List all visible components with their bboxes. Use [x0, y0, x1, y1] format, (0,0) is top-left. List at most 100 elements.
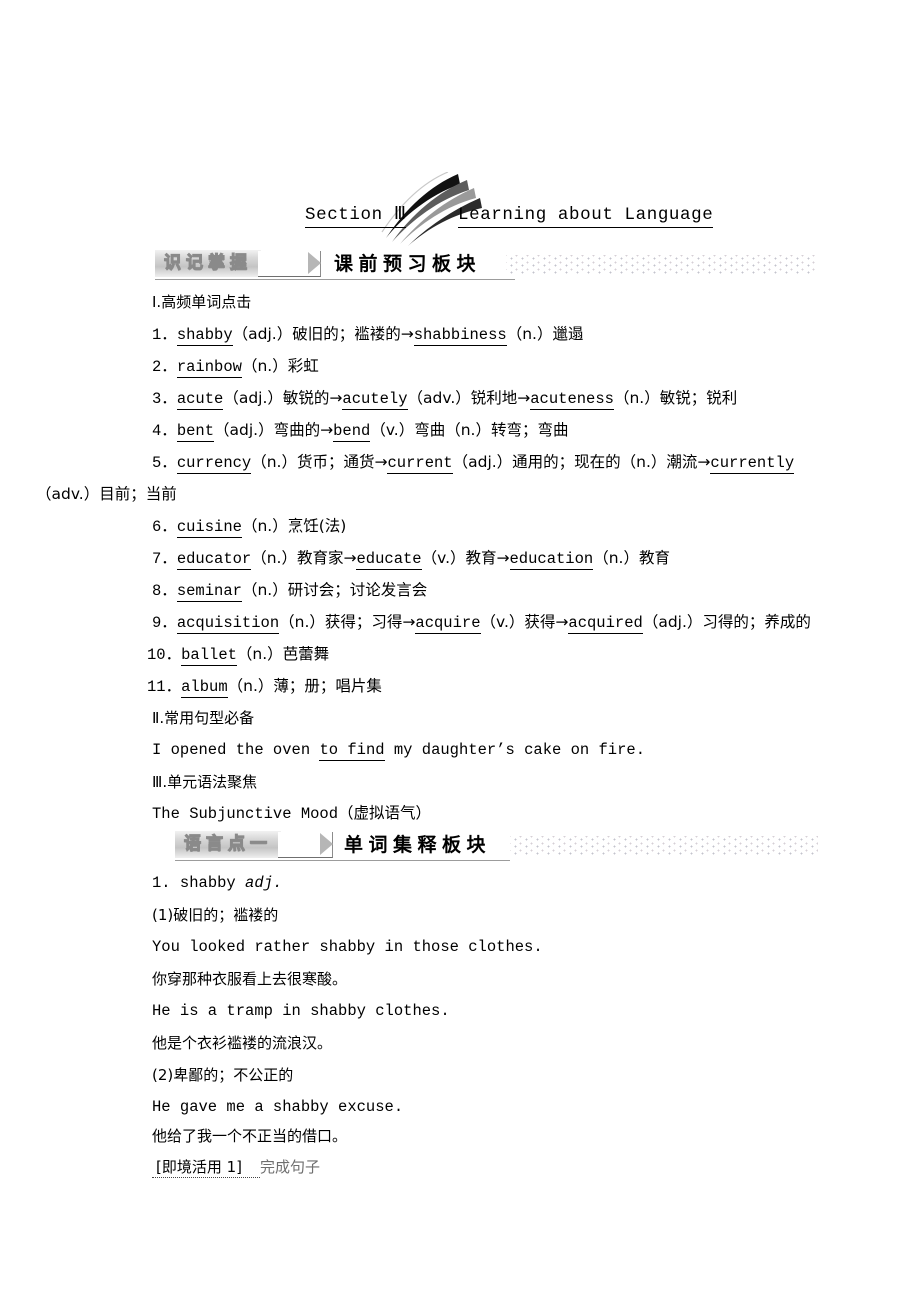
document-page: Section Ⅲ Learning about Language 识记掌握 课… — [0, 0, 920, 1302]
word-head: educator — [176, 550, 252, 570]
preview-part1-heading: Ⅰ.高频单词点击 — [152, 293, 252, 311]
word-tail: （v.）获得→ — [480, 613, 569, 631]
exercise-label: [即境活用 1] — [152, 1158, 261, 1178]
word-num: 6． — [152, 518, 177, 536]
word-body: （n.）彩虹 — [241, 357, 319, 375]
word-row-5: 5．currency（n.）货币；通货→current（adj.）通用的；现在的… — [152, 453, 795, 474]
word-derived: educate — [356, 550, 422, 570]
word-row-1: 1．shabby（adj.）破旧的；褴褛的→shabbiness（n.）邋遢 — [152, 325, 583, 346]
word-derived: bend — [333, 422, 371, 442]
banner-preview-tag: 识记掌握 — [155, 250, 261, 277]
banner-preview-dot-pattern — [506, 255, 818, 275]
word-row-3: 3．acute（adj.）敏锐的→acutely（adv.）锐利地→acuten… — [152, 389, 738, 410]
entry-sense1-example1-en: You looked rather shabby in those clothe… — [152, 938, 543, 956]
word-derived-2: acuteness — [530, 390, 614, 410]
word-tail: （adv.）锐利地→ — [407, 389, 531, 407]
word-head: bent — [176, 422, 215, 442]
sentence-key: to find — [319, 741, 385, 761]
word-head: album — [181, 678, 228, 698]
section-name: Learning about Language — [458, 205, 714, 229]
entry-sense2-example1-cn: 他给了我一个不正当的借口。 — [152, 1127, 348, 1145]
word-head: shabby — [176, 326, 233, 346]
sentence-post: my daughter’s cake on fire. — [384, 741, 646, 759]
word-derived: current — [387, 454, 453, 474]
section-name-wrap: Learning about Language — [458, 205, 714, 229]
word-num: 8． — [152, 582, 177, 600]
word-head: seminar — [176, 582, 242, 602]
word-body: （n.）教育家→ — [251, 549, 357, 567]
entry-sense1-example2-en: He is a tramp in shabby clothes. — [152, 1002, 450, 1020]
word-head: acquisition — [176, 614, 280, 634]
banner-word-notes-heading: 单词集释板块 — [344, 834, 492, 856]
word-tail-2: （n.）敏锐；锐利 — [613, 389, 738, 407]
word-derived-2: acquired — [568, 614, 643, 634]
word-body: （adj.）破旧的；褴褛的→ — [232, 325, 414, 343]
word-body: （n.）薄；册；唱片集 — [227, 677, 382, 695]
word-num: 3． — [152, 390, 177, 408]
word-body: （n.）研讨会；讨论发言会 — [241, 581, 428, 599]
word-body: （n.）芭蕾舞 — [236, 645, 330, 663]
word-body: （n.）获得；习得→ — [279, 613, 416, 631]
word-row-7: 7．educator（n.）教育家→educate（v.）教育→educatio… — [152, 549, 670, 570]
word-derived-2: education — [509, 550, 594, 570]
banner-word-notes: 语言点一 单词集释板块 — [0, 829, 920, 863]
word-body: （adj.）弯曲的→ — [214, 421, 334, 439]
word-row-4: 4．bent（adj.）弯曲的→bend（v.）弯曲（n.）转弯；弯曲 — [152, 421, 569, 442]
word-row-6: 6．cuisine（n.）烹饪(法) — [152, 517, 347, 538]
word-row-10: 10．ballet（n.）芭蕾舞 — [147, 645, 330, 666]
word-num: 5． — [152, 454, 177, 472]
entry-sense2-example1-en: He gave me a shabby excuse. — [152, 1098, 404, 1116]
section-label: Section Ⅲ — [305, 205, 407, 229]
preview-grammar-point: The Subjunctive Mood（虚拟语气） — [152, 805, 432, 823]
preview-sentence: I opened the oven to find my daughter’s … — [152, 741, 646, 761]
word-tail: （v.）弯曲（n.）转弯；弯曲 — [370, 421, 569, 439]
sentence-pre: I opened the oven — [152, 741, 320, 759]
page-title-row: Section Ⅲ Learning about Language — [0, 205, 920, 245]
exercise-task: 完成句子 — [260, 1158, 321, 1176]
word-derived: acutely — [342, 390, 408, 410]
word-num: 11． — [147, 678, 182, 696]
word-head: acute — [176, 390, 224, 410]
word-body: （n.）货币；通货→ — [251, 453, 388, 471]
word-head: ballet — [181, 646, 237, 666]
entry-num: 1. — [152, 874, 171, 892]
banner-preview-wedge-icon — [258, 251, 321, 277]
word-num: 9． — [152, 614, 177, 632]
word-num: 7． — [152, 550, 177, 568]
banner-word-notes-rule — [175, 860, 510, 861]
word-row-8: 8．seminar（n.）研讨会；讨论发言会 — [152, 581, 428, 602]
word-head: currency — [176, 454, 252, 474]
word-tail-2: （adj.）习得的；养成的 — [642, 613, 811, 631]
word-derived: acquire — [415, 614, 481, 634]
word-wrap-text: （adv.）目前；当前 — [36, 485, 177, 503]
banner-preview-tag-label: 识记掌握 — [163, 253, 252, 273]
word-num: 1． — [152, 326, 177, 344]
word-row-5-wrap: （adv.）目前；当前 — [36, 485, 177, 504]
banner-preview-heading: 课前预习板块 — [334, 253, 482, 275]
section-label-wrap: Section Ⅲ — [305, 205, 407, 229]
entry-sense1-example1-cn: 你穿那种衣服看上去很寒酸。 — [152, 970, 348, 988]
entry-sense1-label: (1)破旧的；褴褛的 — [152, 906, 279, 924]
banner-preview: 识记掌握 课前预习板块 — [0, 248, 920, 282]
preview-part2-heading: Ⅱ.常用句型必备 — [152, 709, 255, 727]
preview-part3-heading: Ⅲ.单元语法聚焦 — [152, 773, 258, 791]
word-num: 2． — [152, 358, 177, 376]
word-head: cuisine — [176, 518, 242, 538]
entry-headword-line: 1. shabby adj. — [152, 874, 283, 892]
entry-sense1-example2-cn: 他是个衣衫褴褛的流浪汉。 — [152, 1034, 333, 1052]
banner-word-notes-wedge-icon — [278, 832, 333, 858]
word-row-9: 9．acquisition（n.）获得；习得→acquire（v.）获得→acq… — [152, 613, 811, 634]
word-num: 4． — [152, 422, 177, 440]
word-row-11: 11．album（n.）薄；册；唱片集 — [147, 677, 382, 698]
banner-word-notes-tag: 语言点一 — [175, 831, 281, 858]
banner-word-notes-tag-label: 语言点一 — [183, 834, 272, 854]
word-derived: shabbiness — [413, 326, 507, 346]
word-body: （n.）烹饪(法) — [241, 517, 347, 535]
entry-pos: adj. — [245, 874, 283, 892]
word-body: （adj.）敏锐的→ — [223, 389, 343, 407]
word-tail: （adj.）通用的；现在的（n.）潮流→ — [452, 453, 711, 471]
word-tail: （v.）教育→ — [421, 549, 510, 567]
word-num: 10． — [147, 646, 182, 664]
banner-preview-rule — [155, 279, 515, 280]
entry-exercise-line: [即境活用 1] 完成句子 — [152, 1158, 321, 1178]
